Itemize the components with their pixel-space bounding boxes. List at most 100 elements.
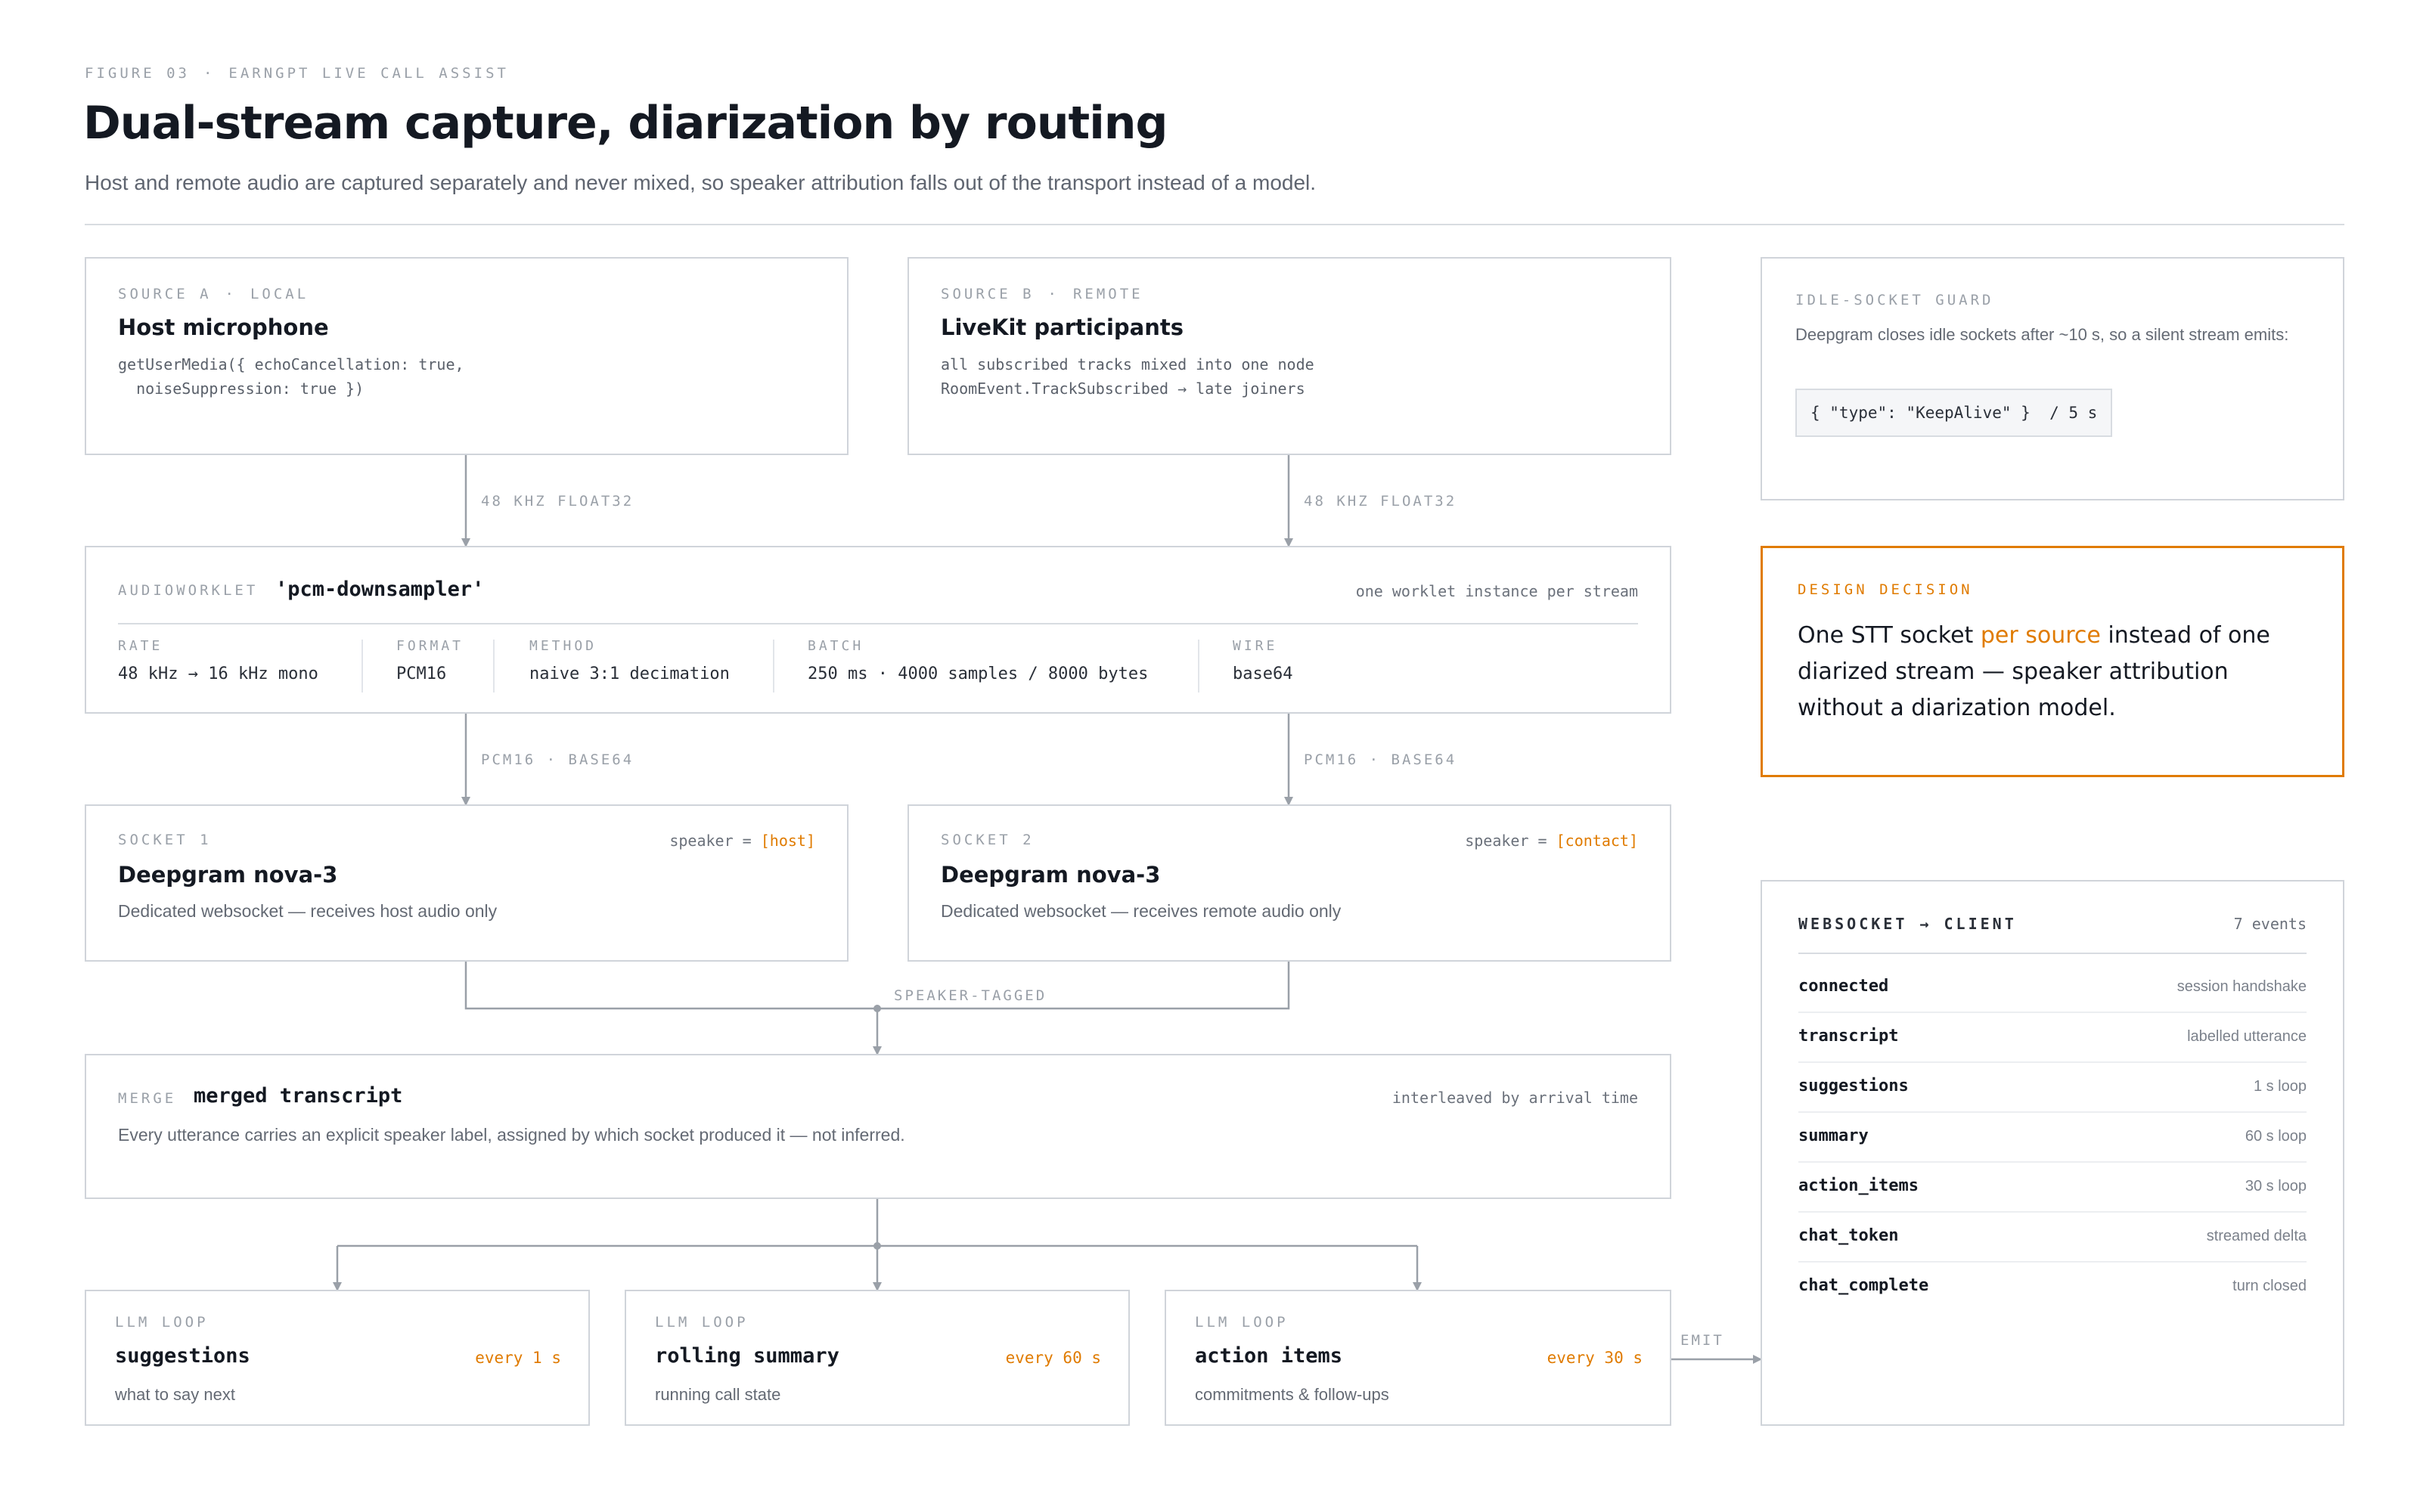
socket-2-title: Deepgram nova-3 — [941, 862, 1161, 888]
event-row: summary 60 s loop — [1798, 1111, 2307, 1163]
socket-2-tag: SOCKET 2 — [941, 832, 1035, 848]
event-name: summary — [1798, 1126, 1869, 1145]
audioworklet-card: AUDIOWORKLET 'pcm-downsampler' one workl… — [85, 546, 1671, 714]
metric-rate: RATE 48 kHz → 16 kHz mono — [118, 638, 318, 683]
decision-text-highlight: per source — [1980, 622, 2101, 649]
websocket-header: WEBSOCKET → CLIENT 7 events — [1798, 881, 2307, 954]
metric-wire-label: WIRE — [1233, 638, 1278, 654]
socket-1-speaker-value: [host] — [760, 832, 815, 850]
event-name: chat_token — [1798, 1226, 1899, 1245]
merge-desc: Every utterance carries an explicit spea… — [118, 1125, 905, 1145]
socket-1-title: Deepgram nova-3 — [118, 862, 338, 888]
event-desc: streamed delta — [2206, 1228, 2307, 1244]
metric-divider — [773, 640, 774, 692]
llm-loop-tag: LLM LOOP — [115, 1314, 209, 1331]
merge-card: MERGE merged transcript interleaved by a… — [85, 1054, 1671, 1199]
llm-loop-desc: commitments & follow-ups — [1195, 1385, 1389, 1404]
idle-socket-guard-card: IDLE-SOCKET GUARD Deepgram closes idle s… — [1761, 257, 2344, 500]
merge-tag: MERGE — [118, 1090, 177, 1107]
metric-method-label: METHOD — [529, 638, 597, 654]
metric-rate-value: 48 kHz → 16 kHz mono — [118, 665, 318, 683]
websocket-events-card: WEBSOCKET → CLIENT 7 events connected ses… — [1761, 880, 2344, 1426]
flow-label-emit: EMIT — [1680, 1332, 1724, 1349]
event-row: chat_token streamed delta — [1798, 1211, 2307, 1263]
source-b-title: LiveKit participants — [941, 314, 1184, 340]
event-name: suggestions — [1798, 1077, 1909, 1095]
event-row: suggestions 1 s loop — [1798, 1061, 2307, 1113]
socket-2-desc: Dedicated websocket — receives remote au… — [941, 901, 1342, 921]
metric-divider — [1198, 640, 1199, 692]
merge-junction — [873, 1005, 881, 1012]
event-row: action_items 30 s loop — [1798, 1161, 2307, 1213]
llm-loop-tag: LLM LOOP — [655, 1314, 749, 1331]
event-desc: labelled utterance — [2187, 1028, 2307, 1045]
metric-method: METHOD naive 3:1 decimation — [529, 638, 730, 683]
metric-rate-label: RATE — [118, 638, 163, 654]
socket-1-speaker-prefix: speaker = — [669, 832, 761, 850]
source-b-card: SOURCE B · REMOTE LiveKit participants all… — [908, 257, 1671, 455]
metric-method-value: naive 3:1 decimation — [529, 665, 730, 683]
metric-divider — [493, 640, 495, 692]
fanout-junction — [873, 1242, 881, 1250]
event-name: connected — [1798, 977, 1889, 996]
socket-merge-lines — [464, 962, 1290, 1010]
event-name: action_items — [1798, 1176, 1919, 1195]
websocket-title: WEBSOCKET → CLIENT — [1798, 915, 2017, 933]
llm-loop-title: action items — [1195, 1344, 1343, 1368]
worklet-divider — [118, 623, 1638, 624]
design-decision-tag: DESIGN DECISION — [1798, 581, 1973, 598]
socket-1-card: SOCKET 1 speaker = [host] Deepgram nova-… — [85, 804, 849, 962]
source-a-eyebrow: SOURCE A · LOCAL — [118, 286, 309, 302]
merge-title: merged transcript — [194, 1084, 403, 1108]
event-name: chat_complete — [1798, 1276, 1929, 1295]
socket-2-speaker: speaker = [contact] — [1465, 832, 1638, 850]
worklet-name: 'pcm-downsampler' — [275, 578, 485, 601]
event-row: transcript labelled utterance — [1798, 1012, 2307, 1063]
socket-1-speaker: speaker = [host] — [669, 832, 815, 850]
metric-format-value: PCM16 — [396, 665, 447, 683]
metric-format-label: FORMAT — [396, 638, 464, 654]
llm-loop-tag: LLM LOOP — [1195, 1314, 1289, 1331]
llm-loop-title: suggestions — [115, 1344, 250, 1368]
source-b-kind: REMOTE — [1072, 286, 1143, 302]
source-a-code: getUserMedia({ echoCancellation: true, n… — [118, 355, 464, 398]
flow-label-merge: SPEAKER-TAGGED — [892, 987, 1049, 1004]
flow-label-b: 48 KHZ FLOAT32 — [1304, 493, 1457, 510]
llm-loop-title: rolling summary — [655, 1344, 839, 1368]
design-decision-text: One STT socket per source instead of one… — [1798, 618, 2319, 727]
event-row: chat_complete turn closed — [1798, 1261, 2307, 1311]
metric-batch: BATCH 250 ms · 4000 samples / 8000 bytes — [808, 638, 1148, 683]
metric-wire-value: base64 — [1233, 665, 1293, 683]
socket-1-tag: SOCKET 1 — [118, 832, 212, 848]
llm-loop-interval: every 60 s — [1005, 1349, 1101, 1367]
metric-batch-label: BATCH — [808, 638, 864, 654]
merge-note: interleaved by arrival time — [1392, 1089, 1638, 1107]
llm-loop-desc: running call state — [655, 1385, 781, 1404]
metric-wire: WIRE base64 — [1233, 638, 1292, 683]
websocket-count: 7 events — [2233, 915, 2307, 933]
worklet-note: one worklet instance per stream — [1355, 582, 1638, 600]
llm-loop-action-items: LLM LOOP action items every 30 s commitm… — [1165, 1290, 1671, 1426]
source-a-tag: SOURCE A — [118, 286, 212, 302]
flow-label-a: 48 KHZ FLOAT32 — [481, 493, 634, 510]
event-name: transcript — [1798, 1027, 1899, 1046]
event-desc: turn closed — [2232, 1278, 2307, 1294]
socket-2-speaker-value: [contact] — [1556, 832, 1638, 850]
event-desc: 30 s loop — [2245, 1178, 2307, 1194]
llm-loop-interval: every 30 s — [1547, 1349, 1643, 1367]
socket-1-desc: Dedicated websocket — receives host audi… — [118, 901, 498, 921]
llm-loop-interval: every 1 s — [475, 1349, 561, 1367]
idle-guard-desc: Deepgram closes idle sockets after ~10 s… — [1795, 325, 2289, 344]
socket-2-card: SOCKET 2 speaker = [contact] Deepgram no… — [908, 804, 1671, 962]
keepalive-code: { "type": "KeepAlive" } / 5 s — [1795, 389, 2113, 437]
source-a-title: Host microphone — [118, 314, 329, 340]
socket-2-speaker-prefix: speaker = — [1465, 832, 1556, 850]
idle-guard-tag: IDLE-SOCKET GUARD — [1795, 292, 1994, 308]
metric-divider — [361, 640, 363, 692]
metric-batch-value: 250 ms · 4000 samples / 8000 bytes — [808, 665, 1149, 683]
metric-format: FORMAT PCM16 — [396, 638, 464, 683]
event-desc: session handshake — [2176, 978, 2307, 995]
llm-loop-desc: what to say next — [115, 1385, 235, 1404]
llm-loop-rolling-summary: LLM LOOP rolling summary every 60 s runn… — [625, 1290, 1130, 1426]
llm-loop-suggestions: LLM LOOP suggestions every 1 s what to s… — [85, 1290, 590, 1426]
